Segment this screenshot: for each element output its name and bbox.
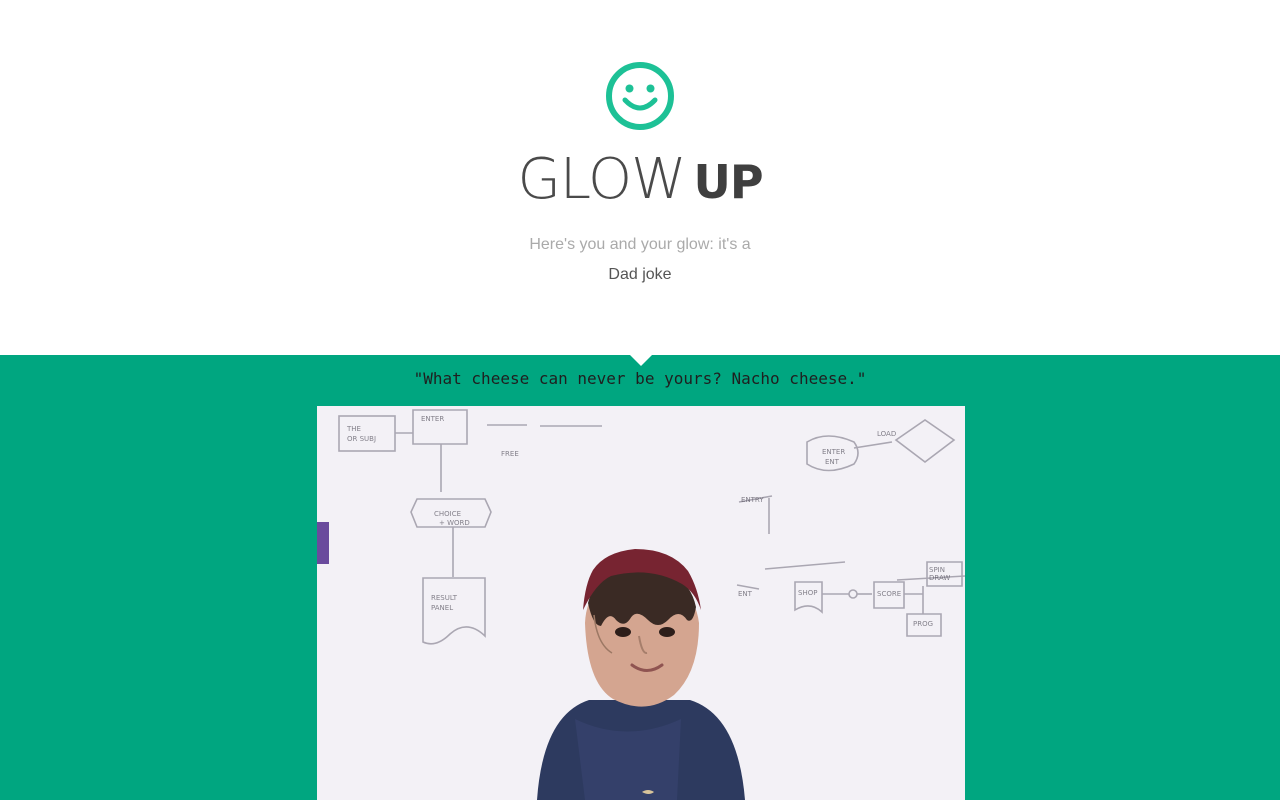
svg-text:ENT: ENT: [825, 458, 840, 466]
section-notch: [630, 355, 652, 366]
svg-text:LOAD: LOAD: [877, 430, 896, 438]
title-glow: GLOW: [517, 147, 686, 212]
svg-text:ENTER: ENTER: [822, 448, 845, 456]
svg-text:PROG: PROG: [913, 620, 933, 628]
svg-text:ENTER: ENTER: [421, 415, 444, 423]
title-up: UP: [693, 155, 763, 209]
subtitle: Here's you and your glow: it's a: [529, 236, 751, 253]
svg-text:+ WORD: + WORD: [439, 519, 470, 527]
svg-text:DRAW: DRAW: [929, 574, 950, 582]
svg-text:SHOP: SHOP: [798, 589, 817, 597]
page-title: GLOW UP: [0, 142, 1280, 220]
svg-text:OR SUBJ: OR SUBJ: [347, 435, 376, 443]
svg-text:CHOICE: CHOICE: [434, 510, 461, 518]
joke-category: Dad joke: [608, 266, 672, 283]
smiley-face-icon: [606, 62, 674, 130]
joke-text: "What cheese can never be yours? Nacho c…: [413, 369, 867, 388]
svg-text:SPIN: SPIN: [929, 566, 945, 574]
header-section: GLOW UP Here's you and your glow: it's a …: [0, 0, 1280, 355]
svg-text:SCORE: SCORE: [877, 590, 901, 598]
svg-text:RESULT: RESULT: [431, 594, 458, 602]
svg-text:ENT: ENT: [738, 590, 753, 598]
svg-text:PANEL: PANEL: [431, 604, 453, 612]
svg-text:THE: THE: [346, 425, 361, 433]
user-photo: THE OR SUBJ ENTER FREE CHOICE + WORD RES…: [317, 406, 965, 800]
svg-text:FREE: FREE: [501, 450, 519, 458]
whiteboard-person-image: THE OR SUBJ ENTER FREE CHOICE + WORD RES…: [317, 406, 965, 800]
svg-text:ENTRY: ENTRY: [741, 496, 764, 504]
